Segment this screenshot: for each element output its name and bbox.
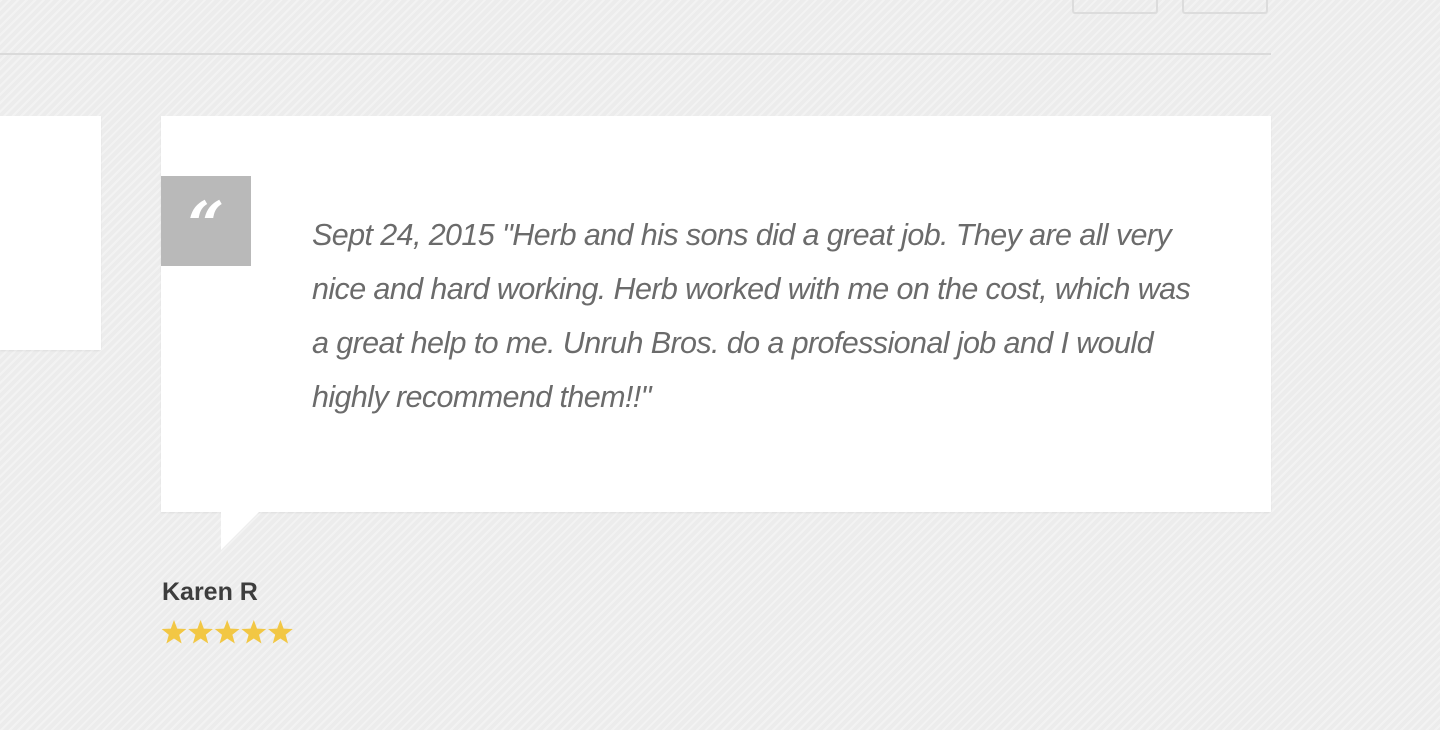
star-icon: [188, 620, 213, 644]
star-rating-graphic: [161, 620, 293, 644]
testimonial-card: “ Sept 24, 2015 "Herb and his sons did a…: [161, 116, 1271, 512]
star-icon: [214, 620, 240, 644]
star-icon: [268, 620, 293, 644]
section-divider: [0, 53, 1271, 55]
star-icon: [241, 620, 267, 644]
speech-bubble-tail: [221, 511, 260, 550]
quote-mark-glyph: “: [187, 188, 225, 263]
star-icon: [161, 620, 187, 644]
star-rating: [161, 619, 293, 647]
quote-mark-icon: “: [161, 176, 251, 266]
testimonial-text: Sept 24, 2015 "Herb and his sons did a g…: [312, 218, 1191, 414]
testimonial-author: Karen R: [162, 578, 258, 606]
previous-testimonial-card: [0, 116, 101, 350]
previous-testimonial-button[interactable]: [1072, 0, 1158, 14]
next-testimonial-button[interactable]: [1182, 0, 1268, 14]
